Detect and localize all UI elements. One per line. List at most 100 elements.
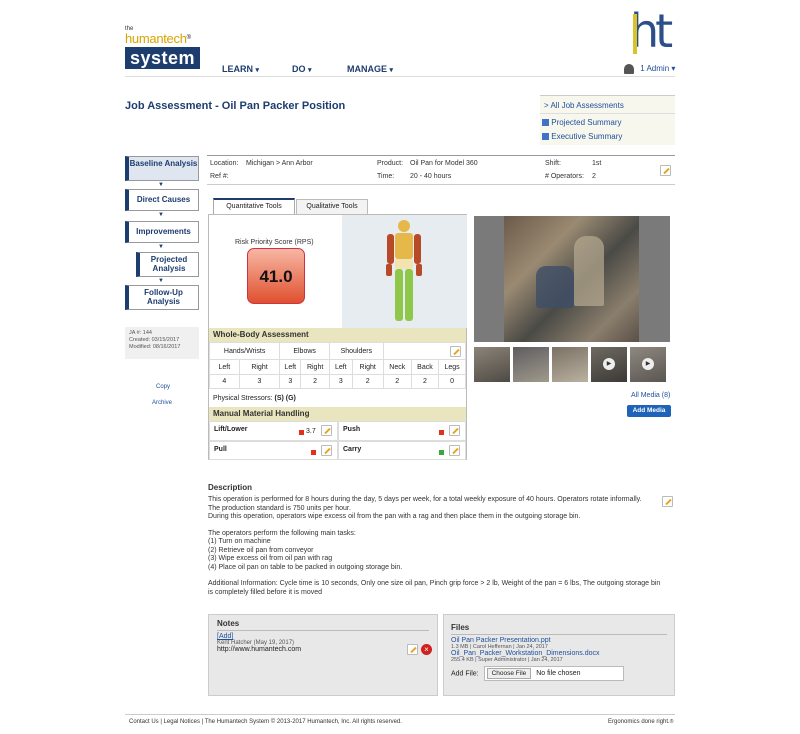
score-cell: 2 [300,374,330,389]
description-title: Description [208,483,253,492]
file-link[interactable]: Oil Pan Packer Presentation.ppt [451,637,667,644]
sub-header: Neck [382,359,412,375]
document-icon [542,119,549,127]
projected-summary-link[interactable]: Projected Summary [542,118,621,127]
edit-lift-icon[interactable] [321,425,332,436]
nav-do[interactable]: DO ▾ [292,64,312,74]
delete-note-icon[interactable]: × [421,644,432,655]
score-cell: 0 [438,374,466,389]
page-title: Job Assessment - Oil Pan Packer Position [125,100,346,112]
sub-header: Left [328,359,353,375]
physical-stressors: Physical Stressors: (S) (G) [213,395,296,402]
brand-reg: ® [186,35,192,41]
choose-file-button[interactable]: Choose File [486,668,532,679]
file-input[interactable]: Choose File No file chosen [483,666,624,681]
user-icon [624,64,634,74]
description-body: This operation is performed for 8 hours … [208,496,661,596]
all-media-link[interactable]: All Media (8) [631,392,670,399]
sub-header: Right [351,359,384,375]
legal-link[interactable]: Legal Notices [164,719,200,725]
edit-carry-icon[interactable] [449,445,460,456]
play-icon: ▶ [603,358,615,370]
mmh-header: Manual Material Handling [209,407,466,421]
media-thumb[interactable] [552,347,588,382]
step-projected[interactable]: Projected Analysis [136,252,199,277]
executive-summary-link[interactable]: Executive Summary [542,132,622,141]
files-panel: Files Oil Pan Packer Presentation.ppt 1.… [443,614,675,696]
archive-link[interactable]: Archive [152,400,172,406]
media-thumb-video[interactable]: ▶ [591,347,627,382]
sub-header: Legs [438,359,466,375]
risk-red-icon [299,430,304,435]
score-cell: 4 [209,374,240,389]
lift-value: 3.7 [306,428,316,435]
score-cell: 3 [328,374,353,389]
step-baseline[interactable]: Baseline Analysis [125,156,199,181]
file-status: No file chosen [536,670,581,677]
risk-green-icon [439,450,444,455]
edit-note-icon[interactable] [407,644,418,655]
media-thumb-video[interactable]: ▶ [630,347,666,382]
wba-table: Hands/Wrists Elbows Shoulders Left Right… [208,342,467,389]
score-cell: 2 [410,374,440,389]
wba-header: Whole-Body Assessment [209,328,466,342]
edit-wba-icon[interactable] [450,345,461,357]
assessment-meta: JA #: 144 Created: 03/15/2017 Modified: … [125,327,199,359]
score-cell: 2 [382,374,412,389]
copy-link[interactable]: Copy [156,384,170,390]
nav-learn[interactable]: LEARN ▾ [222,64,259,74]
chevron-down-icon: ▾ [255,67,260,74]
mmh-carry: Carry [338,441,466,460]
operators-value: 2 [592,173,596,180]
brand-system: system [125,47,200,69]
play-icon: ▶ [642,358,654,370]
media-viewer[interactable] [474,216,670,342]
rps-label: Risk Priority Score (RPS) [235,239,314,246]
add-media-button[interactable]: Add Media [627,405,671,417]
arrow-down-icon: ▼ [158,278,164,284]
files-title: Files [451,623,470,632]
chevron-down-icon: ▾ [308,67,312,74]
step-direct[interactable]: Direct Causes [125,189,199,211]
nav-manage[interactable]: MANAGE ▾ [347,64,393,74]
step-followup[interactable]: Follow-Up Analysis [125,285,199,310]
location-value: Michigan > Ann Arbor [246,160,313,167]
media-thumbnails: ▶ ▶ [474,347,670,382]
tab-quantitative[interactable]: Quantitative Tools [213,198,295,215]
mmh-push: Push [338,421,466,441]
sub-header: Back [410,359,440,375]
media-thumb[interactable] [513,347,549,382]
edit-info-icon[interactable] [660,165,671,176]
group-hands: Hands/Wrists [208,342,281,360]
arrow-down-icon: ▼ [158,244,164,250]
file-link[interactable]: Oil_Pan_Packer_Workstation_Dimensions.do… [451,650,667,657]
mmh-pull: Pull [209,441,338,460]
time-value: 20 - 40 hours [410,173,452,180]
risk-red-icon [439,430,444,435]
all-job-assessments-link[interactable]: > All Job Assessments [544,101,624,110]
edit-description-icon[interactable] [662,496,673,507]
footer: Contact Us | Legal Notices | The Humante… [129,719,402,725]
contact-link[interactable]: Contact Us [129,719,159,725]
edit-pull-icon[interactable] [321,445,332,456]
add-note-link[interactable]: [Add] [217,633,429,640]
user-menu[interactable]: 1 Admin ▾ [624,64,675,74]
brand-logo[interactable]: the humantech® system [125,26,205,74]
tagline: Ergonomics done right.® [608,719,674,725]
score-cell: 3 [238,374,281,389]
chevron-down-icon: ▾ [671,64,676,74]
media-thumb[interactable] [474,347,510,382]
copyright: The Humantech System © 2013-2017 Humante… [204,719,402,725]
sub-header: Left [209,359,240,375]
edit-push-icon[interactable] [449,425,460,436]
step-improvements[interactable]: Improvements [125,221,199,243]
score-cell: 3 [279,374,302,389]
sub-header: Left [279,359,302,375]
job-info: Location: Michigan > Ann Arbor Product: … [207,155,675,185]
tab-qualitative[interactable]: Qualitative Tools [296,199,368,214]
note-text: http://www.humantech.com [217,646,302,653]
add-file-label: Add File: [451,670,479,678]
body-map [386,220,422,321]
risk-red-icon [311,450,316,455]
group-shoulders: Shoulders [328,342,384,360]
